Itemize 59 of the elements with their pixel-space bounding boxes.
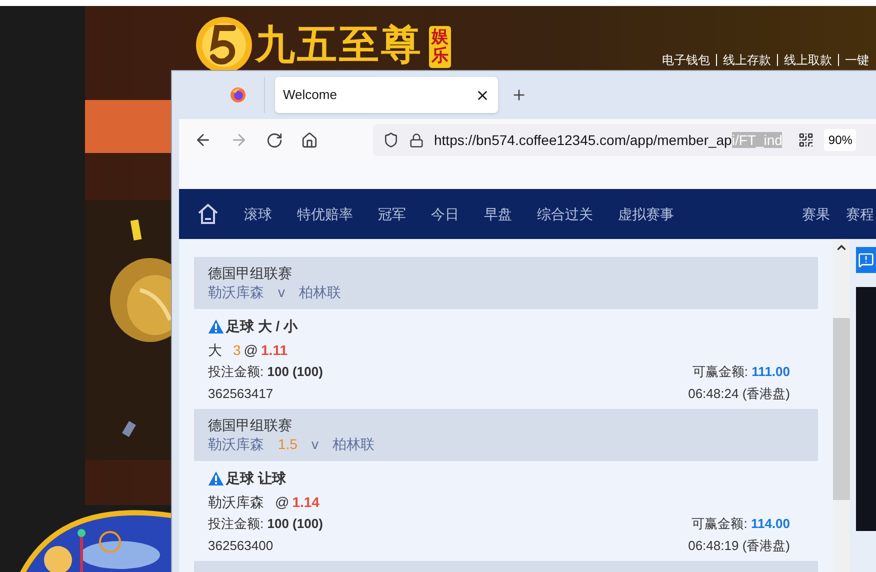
nav-link[interactable]: 综合过关: [537, 204, 593, 224]
reload-icon[interactable]: [266, 132, 283, 148]
header-link[interactable]: 线上取款: [784, 51, 832, 69]
nav-link[interactable]: 滚球: [244, 204, 272, 224]
ticket-number: 362563400: [208, 537, 274, 555]
odds: 1.11: [261, 341, 288, 359]
nav-link[interactable]: 早盘: [484, 204, 512, 224]
feedback-icon: [858, 252, 874, 268]
qr-code-icon[interactable]: [798, 132, 814, 148]
league-name: 德国甲组联赛: [208, 264, 293, 282]
at-sign: @: [275, 493, 290, 511]
header-link[interactable]: 一键: [845, 51, 869, 69]
feedback-button[interactable]: [856, 247, 876, 273]
bet-time: 06:48:19 (香港盘): [688, 537, 790, 555]
bet-time: 06:48:24 (香港盘): [688, 385, 790, 403]
selection: 勒沃库森: [208, 493, 264, 511]
versus: v: [278, 283, 285, 301]
home-team: 勒沃库森: [208, 283, 264, 301]
league-name: 德国甲组联赛: [208, 416, 293, 434]
new-tab-icon[interactable]: [511, 87, 527, 103]
lock-icon: [409, 132, 424, 148]
nav-link[interactable]: 特优赔率: [297, 204, 353, 224]
versus: v: [311, 435, 318, 453]
header-link[interactable]: 电子钱包: [662, 51, 710, 69]
ticket-number: 362563417: [208, 385, 274, 403]
home-icon[interactable]: [301, 132, 318, 148]
zoom-badge[interactable]: 90%: [824, 129, 856, 151]
nav-link[interactable]: 冠军: [378, 204, 406, 224]
away-team: 柏林联: [299, 283, 341, 301]
back-icon[interactable]: [194, 131, 212, 149]
scrollbar[interactable]: [833, 239, 850, 572]
shield-icon: [383, 132, 399, 148]
selection: 大: [208, 341, 222, 359]
line: 3: [233, 341, 241, 359]
logo-badge: 娱乐: [429, 26, 451, 68]
nav-link[interactable]: 赛程: [846, 204, 874, 224]
browser-tab[interactable]: Welcome: [275, 77, 498, 113]
browser-logo-icon: [230, 87, 246, 103]
market-title: 足球 大 / 小: [226, 317, 298, 335]
odds: 1.14: [292, 493, 320, 511]
potential-win: 可赢金额: 114.00: [692, 515, 790, 533]
warning-icon: [208, 318, 224, 334]
away-team: 柏林联: [332, 435, 374, 453]
url-field[interactable]: https://bn574.coffee12345.com/app/member_api/FT_ind 90%: [373, 124, 876, 156]
handicap: 1.5: [278, 435, 298, 453]
nav-link[interactable]: 虚拟赛事: [618, 204, 674, 224]
logo-text: 九五至尊: [255, 25, 423, 65]
nav-link[interactable]: 今日: [431, 204, 459, 224]
header-link[interactable]: 线上存款: [723, 51, 771, 69]
market-title: 足球 让球: [226, 469, 286, 487]
stake: 投注金额: 100 (100): [208, 363, 323, 381]
scrollbar-thumb[interactable]: [833, 318, 850, 500]
potential-win: 可赢金额: 111.00: [692, 363, 790, 381]
at-sign: @: [244, 341, 258, 359]
warning-icon: [208, 470, 224, 486]
home-team: 勒沃库森: [208, 435, 264, 453]
nav-link[interactable]: 赛果: [802, 204, 830, 224]
stake: 投注金额: 100 (100): [208, 515, 323, 533]
url-text: https://bn574.coffee12345.com/app/member_api/FT_ind: [434, 130, 782, 150]
